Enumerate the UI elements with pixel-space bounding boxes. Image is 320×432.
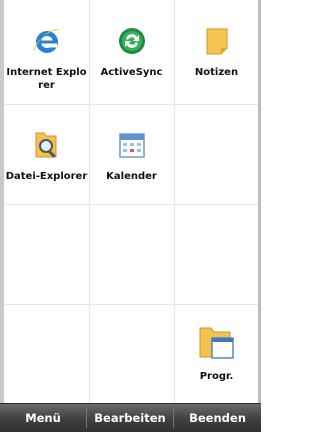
edit-softkey[interactable]: Bearbeiten xyxy=(87,411,173,425)
internet-explorer-icon xyxy=(30,24,64,58)
program-activesync[interactable]: ActiveSync xyxy=(89,0,174,100)
program-label: ActiveSync xyxy=(100,67,163,78)
program-label: Kalender xyxy=(106,171,157,182)
program-file-explorer[interactable]: Datei-Explorer xyxy=(4,104,89,204)
grid-divider xyxy=(4,204,258,205)
start-screen: Internet Explorer ActiveSync Notizen Dat… xyxy=(0,0,261,432)
file-explorer-icon xyxy=(30,128,64,162)
exit-softkey[interactable]: Beenden xyxy=(174,411,261,425)
program-programs[interactable]: Progr. xyxy=(174,304,259,404)
program-label: Datei-Explorer xyxy=(5,171,88,182)
program-label: Internet Explorer xyxy=(6,67,87,91)
soft-key-bar: Menü Bearbeiten Beenden xyxy=(0,403,261,432)
program-notes[interactable]: Notizen xyxy=(174,0,259,100)
program-calendar[interactable]: Kalender xyxy=(89,104,174,204)
program-label: Progr. xyxy=(199,371,234,382)
program-grid: Internet Explorer ActiveSync Notizen Dat… xyxy=(4,0,258,403)
program-internet-explorer[interactable]: Internet Explorer xyxy=(4,0,89,100)
calendar-icon xyxy=(115,128,149,162)
notes-icon xyxy=(200,24,234,58)
menu-softkey[interactable]: Menü xyxy=(0,411,86,425)
program-label: Notizen xyxy=(194,67,239,78)
programs-folder-icon xyxy=(197,322,237,362)
activesync-icon xyxy=(115,24,149,58)
